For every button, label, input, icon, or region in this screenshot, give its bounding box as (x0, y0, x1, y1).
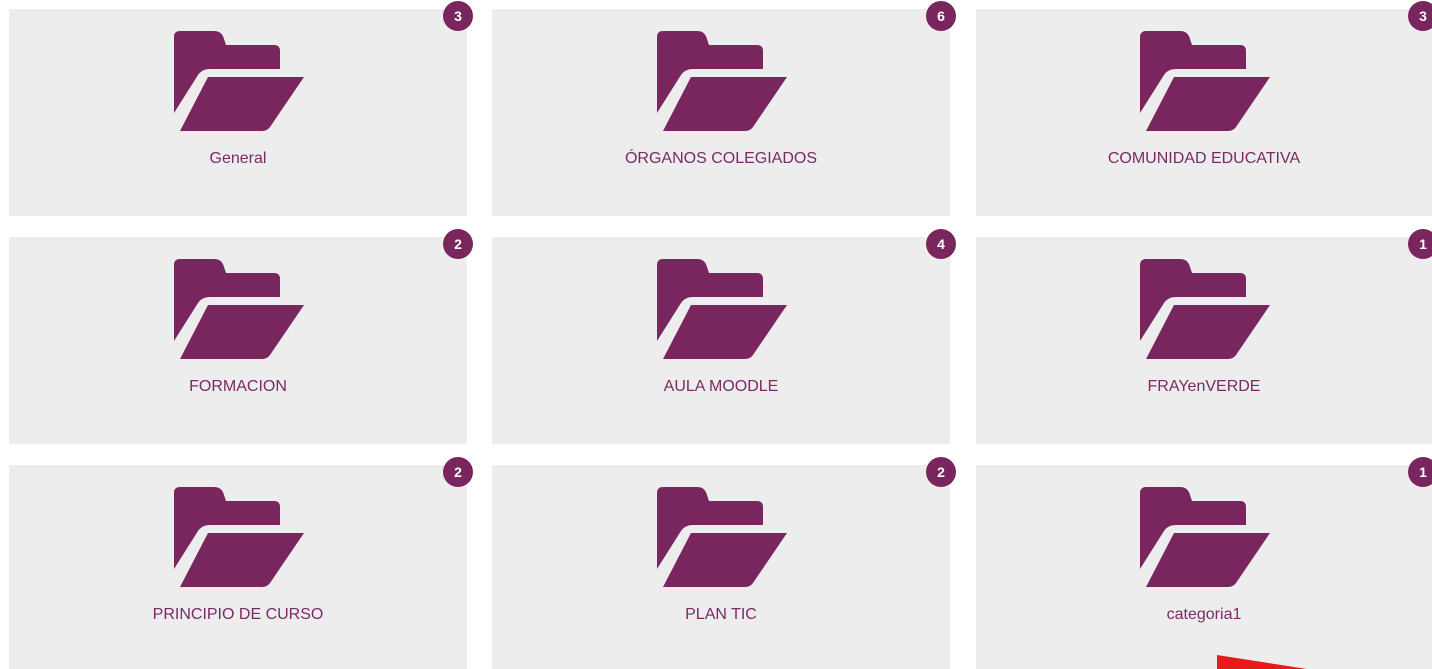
category-label: FORMACION (189, 378, 287, 395)
folder-open-icon (170, 487, 306, 587)
folder-open-icon (653, 259, 789, 359)
folder-open-icon (653, 31, 789, 131)
count-badge: 2 (443, 457, 473, 487)
category-card-comunidad-educativa[interactable]: COMUNIDAD EDUCATIVA 3 (976, 1, 1432, 216)
red-annotation-arrow (1217, 655, 1307, 669)
category-label: General (209, 150, 267, 167)
folder-open-icon (653, 487, 789, 587)
category-card-frayenverde[interactable]: FRAYenVERDE 1 (976, 229, 1432, 444)
category-card-general[interactable]: General 3 (9, 1, 473, 216)
count-badge: 6 (926, 1, 956, 31)
count-badge: 2 (443, 229, 473, 259)
category-grid: General 3 ÓRGANOS COLEGIADOS 6 COMUNIDAD… (0, 0, 1432, 669)
folder-open-icon (1136, 31, 1272, 131)
folder-open-icon (170, 31, 306, 131)
folder-open-icon (1136, 259, 1272, 359)
category-card-categoria1[interactable]: categoria1 1 (976, 457, 1432, 669)
folder-open-icon (170, 259, 306, 359)
category-label: PRINCIPIO DE CURSO (152, 606, 324, 623)
category-card-formacion[interactable]: FORMACION 2 (9, 229, 473, 444)
count-badge: 1 (1408, 229, 1432, 259)
category-label: PLAN TIC (685, 606, 757, 623)
category-label: FRAYenVERDE (1147, 378, 1261, 395)
count-badge: 3 (443, 1, 473, 31)
category-label: AULA MOODLE (663, 378, 779, 395)
category-card-organos-colegiados[interactable]: ÓRGANOS COLEGIADOS 6 (492, 1, 956, 216)
category-label: categoria1 (1166, 606, 1242, 623)
count-badge: 2 (926, 457, 956, 487)
category-card-aula-moodle[interactable]: AULA MOODLE 4 (492, 229, 956, 444)
count-badge: 3 (1408, 1, 1432, 31)
folder-open-icon (1136, 487, 1272, 587)
category-label: COMUNIDAD EDUCATIVA (1107, 150, 1301, 167)
category-card-principio-de-curso[interactable]: PRINCIPIO DE CURSO 2 (9, 457, 473, 669)
category-label: ÓRGANOS COLEGIADOS (624, 150, 818, 167)
category-card-plan-tic[interactable]: PLAN TIC 2 (492, 457, 956, 669)
count-badge: 4 (926, 229, 956, 259)
count-badge: 1 (1408, 457, 1432, 487)
